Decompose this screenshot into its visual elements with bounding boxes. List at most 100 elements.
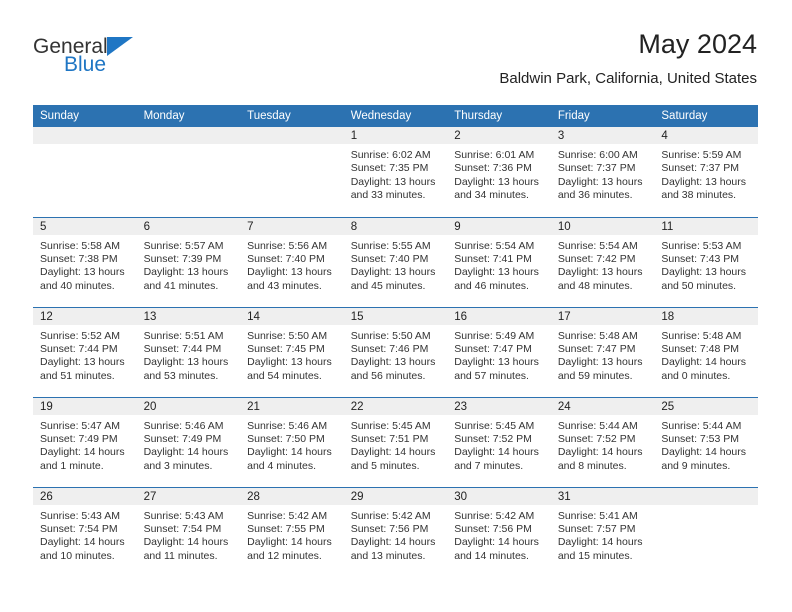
day-cell[interactable]: 4 Sunrise: 5:59 AM Sunset: 7:37 PM Daylight… bbox=[654, 127, 758, 217]
day-detail-line: Sunset: 7:54 PM bbox=[143, 522, 222, 535]
day-number bbox=[240, 127, 344, 144]
day-detail-line: Sunset: 7:57 PM bbox=[557, 522, 636, 535]
day-detail-line: Daylight: 13 hours bbox=[661, 266, 747, 279]
day-details: Sunrise: 5:48 AM Sunset: 7:47 PM Daylight:… bbox=[551, 325, 655, 384]
day-cell[interactable]: 10 Sunrise: 5:54 AM Sunset: 7:42 PM Dayligh… bbox=[550, 216, 655, 307]
day-cell[interactable]: 7 Sunrise: 5:56 AM Sunset: 7:40 PM Daylight… bbox=[240, 216, 344, 307]
day-cell[interactable]: 27 Sunrise: 5:43 AM Sunset: 7:54 PM Dayligh… bbox=[136, 486, 241, 577]
day-detail-line: Sunset: 7:44 PM bbox=[143, 342, 222, 355]
day-detail-line: Daylight: 13 hours bbox=[454, 266, 539, 279]
day-cell[interactable]: 28 Sunrise: 5:42 AM Sunset: 7:55 PM Dayligh… bbox=[240, 486, 344, 577]
day-number: 29 bbox=[343, 487, 448, 505]
day-detail-line: and 50 minutes. bbox=[661, 279, 737, 292]
day-detail-line: Sunrise: 5:56 AM bbox=[247, 239, 328, 252]
day-number: 21 bbox=[240, 397, 344, 415]
day-detail-line: Sunrise: 6:02 AM bbox=[350, 149, 431, 161]
day-detail-line: Sunrise: 5:50 AM bbox=[247, 329, 328, 342]
day-number: 17 bbox=[550, 307, 655, 325]
day-detail-line: Daylight: 14 hours bbox=[40, 536, 125, 549]
day-details: Sunrise: 5:45 AM Sunset: 7:52 PM Daylight:… bbox=[447, 415, 551, 474]
day-number: 22 bbox=[343, 397, 448, 415]
day-cell[interactable]: 9 Sunrise: 5:54 AM Sunset: 7:41 PM Daylight… bbox=[447, 216, 551, 307]
day-number: 26 bbox=[33, 487, 137, 505]
day-number: 4 bbox=[654, 127, 758, 144]
day-detail-line: Sunrise: 5:46 AM bbox=[143, 419, 224, 432]
day-number: 5 bbox=[33, 217, 137, 235]
day-number bbox=[33, 127, 137, 144]
day-detail-line: and 59 minutes. bbox=[557, 369, 633, 382]
day-number: 6 bbox=[136, 217, 241, 235]
day-details: Sunrise: 5:56 AM Sunset: 7:40 PM Daylight:… bbox=[240, 235, 344, 294]
day-cell[interactable]: 3 Sunrise: 6:00 AM Sunset: 7:37 PM Daylight… bbox=[550, 127, 655, 217]
day-cell[interactable]: 14 Sunrise: 5:50 AM Sunset: 7:45 PM Dayligh… bbox=[240, 306, 344, 397]
day-number: 12 bbox=[33, 307, 137, 325]
day-detail-line: Daylight: 13 hours bbox=[557, 175, 643, 188]
day-cell[interactable]: 24 Sunrise: 5:44 AM Sunset: 7:52 PM Dayligh… bbox=[550, 396, 655, 487]
day-details: Sunrise: 5:44 AM Sunset: 7:52 PM Daylight:… bbox=[551, 415, 655, 474]
day-cell[interactable]: 25 Sunrise: 5:44 AM Sunset: 7:53 PM Dayligh… bbox=[654, 396, 758, 487]
day-cell[interactable]: 18 Sunrise: 5:48 AM Sunset: 7:48 PM Dayligh… bbox=[654, 306, 758, 397]
day-detail-line: Sunset: 7:52 PM bbox=[557, 432, 636, 445]
day-cell[interactable]: 6 Sunrise: 5:57 AM Sunset: 7:39 PM Daylight… bbox=[136, 216, 241, 307]
day-number: 18 bbox=[654, 307, 758, 325]
day-details: Sunrise: 5:54 AM Sunset: 7:42 PM Daylight:… bbox=[551, 235, 655, 294]
calendar-grid: Sunday Monday Tuesday Wednesday Thursday Frid… bbox=[33, 105, 758, 577]
day-number: 31 bbox=[550, 487, 655, 505]
day-cell[interactable]: 29 Sunrise: 5:42 AM Sunset: 7:56 PM Dayligh… bbox=[343, 486, 448, 577]
day-detail-line: and 54 minutes. bbox=[247, 369, 322, 382]
day-detail-line: Daylight: 13 hours bbox=[40, 266, 125, 279]
day-cell[interactable]: 30 Sunrise: 5:42 AM Sunset: 7:56 PM Dayligh… bbox=[447, 486, 551, 577]
day-details: Sunrise: 5:49 AM Sunset: 7:47 PM Daylight:… bbox=[447, 325, 551, 384]
weekday-header-row: Sunday Monday Tuesday Wednesday Thursday Frid… bbox=[33, 105, 758, 127]
day-cell[interactable]: 11 Sunrise: 5:53 AM Sunset: 7:43 PM Dayligh… bbox=[654, 216, 758, 307]
day-detail-line: Sunrise: 5:47 AM bbox=[40, 419, 120, 432]
day-number: 14 bbox=[240, 307, 344, 325]
day-detail-line: Sunrise: 5:54 AM bbox=[454, 239, 535, 252]
day-details: Sunrise: 5:57 AM Sunset: 7:39 PM Daylight:… bbox=[137, 235, 241, 294]
day-number: 11 bbox=[654, 217, 758, 235]
day-cell[interactable]: 31 Sunrise: 5:41 AM Sunset: 7:57 PM Dayligh… bbox=[550, 486, 655, 577]
day-detail-line: and 12 minutes. bbox=[247, 549, 322, 562]
day-detail-line: and 40 minutes. bbox=[40, 279, 115, 292]
day-detail-line: Sunrise: 5:49 AM bbox=[454, 329, 535, 342]
day-detail-line: and 45 minutes. bbox=[350, 279, 426, 292]
day-cell[interactable]: 2 Sunrise: 6:01 AM Sunset: 7:36 PM Daylight… bbox=[447, 127, 551, 217]
weekday-header-wednesday: Wednesday bbox=[343, 105, 448, 127]
day-detail-line: and 38 minutes. bbox=[661, 189, 737, 202]
day-cell[interactable]: 23 Sunrise: 5:45 AM Sunset: 7:52 PM Dayligh… bbox=[447, 396, 551, 487]
day-cell[interactable]: 26 Sunrise: 5:43 AM Sunset: 7:54 PM Dayligh… bbox=[33, 486, 137, 577]
calendar-page: General Blue May 2024 Baldwin Park, Cali… bbox=[0, 0, 792, 612]
day-number: 1 bbox=[343, 127, 448, 144]
day-cell-empty bbox=[654, 486, 758, 577]
day-details: Sunrise: 5:54 AM Sunset: 7:41 PM Daylight:… bbox=[447, 235, 551, 294]
weekday-header-sunday: Sunday bbox=[33, 105, 137, 127]
day-cell[interactable]: 22 Sunrise: 5:45 AM Sunset: 7:51 PM Dayligh… bbox=[343, 396, 448, 487]
day-detail-line: Sunset: 7:37 PM bbox=[661, 162, 740, 175]
day-cell[interactable]: 8 Sunrise: 5:55 AM Sunset: 7:40 PM Daylight… bbox=[343, 216, 448, 307]
generalblue-logo[interactable]: General Blue bbox=[33, 36, 213, 86]
day-details: Sunrise: 5:48 AM Sunset: 7:48 PM Daylight:… bbox=[654, 325, 758, 384]
day-detail-line: Sunrise: 5:59 AM bbox=[661, 149, 742, 161]
day-cell[interactable]: 21 Sunrise: 5:46 AM Sunset: 7:50 PM Dayligh… bbox=[240, 396, 344, 487]
day-cell[interactable]: 12 Sunrise: 5:52 AM Sunset: 7:44 PM Dayligh… bbox=[33, 306, 137, 397]
day-details: Sunrise: 5:45 AM Sunset: 7:51 PM Daylight:… bbox=[344, 415, 448, 474]
day-detail-line: Sunrise: 5:53 AM bbox=[661, 239, 742, 252]
day-cell[interactable]: 20 Sunrise: 5:46 AM Sunset: 7:49 PM Dayligh… bbox=[136, 396, 241, 487]
day-cell[interactable]: 5 Sunrise: 5:58 AM Sunset: 7:38 PM Daylight… bbox=[33, 216, 137, 307]
week-row: 5 Sunrise: 5:58 AM Sunset: 7:38 PM Daylight… bbox=[33, 216, 758, 307]
day-detail-line: Sunrise: 5:42 AM bbox=[454, 509, 535, 522]
day-detail-line: Sunrise: 5:54 AM bbox=[557, 239, 638, 252]
day-detail-line: Sunrise: 5:57 AM bbox=[143, 239, 224, 252]
day-details: Sunrise: 5:42 AM Sunset: 7:56 PM Daylight:… bbox=[344, 505, 448, 564]
day-cell[interactable]: 19 Sunrise: 5:47 AM Sunset: 7:49 PM Dayligh… bbox=[33, 396, 137, 487]
day-cell[interactable]: 1 Sunrise: 6:02 AM Sunset: 7:35 PM Daylight… bbox=[343, 127, 448, 217]
day-cell[interactable]: 17 Sunrise: 5:48 AM Sunset: 7:47 PM Dayligh… bbox=[550, 306, 655, 397]
day-detail-line: Daylight: 14 hours bbox=[557, 446, 643, 459]
day-cell[interactable]: 16 Sunrise: 5:49 AM Sunset: 7:47 PM Dayligh… bbox=[447, 306, 551, 397]
day-number bbox=[136, 127, 241, 144]
day-detail-line: Sunset: 7:56 PM bbox=[350, 522, 429, 535]
day-cell[interactable]: 15 Sunrise: 5:50 AM Sunset: 7:46 PM Dayligh… bbox=[343, 306, 448, 397]
day-details: Sunrise: 5:51 AM Sunset: 7:44 PM Daylight:… bbox=[137, 325, 241, 384]
day-cell[interactable]: 13 Sunrise: 5:51 AM Sunset: 7:44 PM Dayligh… bbox=[136, 306, 241, 397]
day-detail-line: Sunset: 7:36 PM bbox=[454, 162, 532, 175]
